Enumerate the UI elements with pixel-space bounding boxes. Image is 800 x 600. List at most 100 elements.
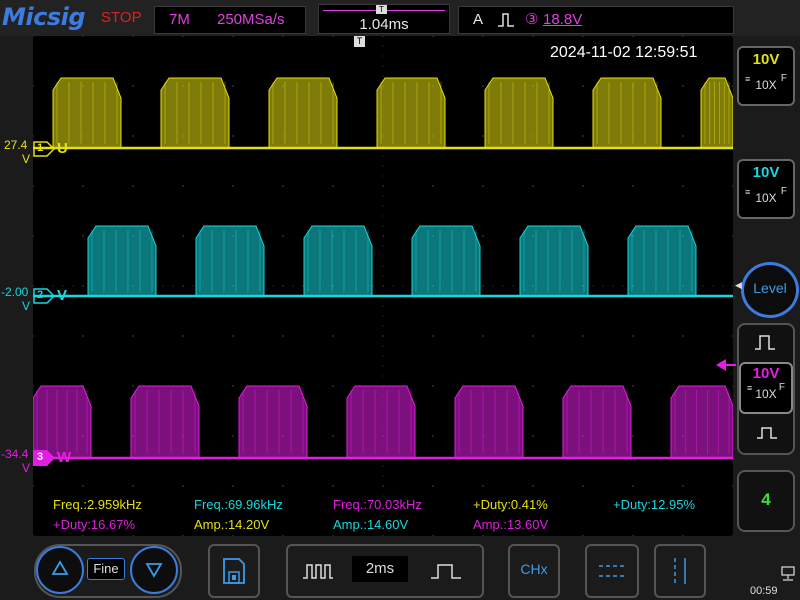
- ch2-pulse: [195, 225, 265, 297]
- grid-dot: [232, 435, 234, 437]
- ch3-scale-up-icon[interactable]: [754, 333, 776, 356]
- grid-dot: [402, 285, 404, 287]
- ch3-scale-box[interactable]: 10V ≡ F 10X: [739, 362, 793, 414]
- auto-button[interactable]: 4: [737, 470, 795, 532]
- meas-ch2-duty: +Duty:12.95%: [613, 497, 696, 512]
- grid-dot: [682, 185, 684, 187]
- network-icon: [780, 566, 796, 587]
- ch2-offset-readout: -2.00 V: [1, 285, 30, 313]
- top-status-bar: Micsig STOP 7M 250MSa/s T 1.04ms A ③ 18.…: [0, 0, 800, 36]
- grid-dot: [482, 335, 484, 337]
- grid-dot: [33, 385, 34, 387]
- grid-dot: [182, 235, 184, 237]
- grid-dot: [432, 335, 434, 337]
- grid-dot: [612, 285, 614, 287]
- grid-dot: [182, 485, 184, 487]
- ch1-marker[interactable]: 1: [33, 141, 56, 162]
- ch2-pulse: [519, 225, 589, 297]
- grid-dot: [382, 245, 384, 247]
- vertical-cursor-button[interactable]: [654, 544, 706, 598]
- run-stop-status[interactable]: STOP: [101, 9, 142, 26]
- grid-dot: [33, 535, 34, 536]
- meas-ch1-amp: Amp.:14.20V: [194, 517, 270, 532]
- ch2-scale: 10V: [752, 164, 780, 181]
- grid-dot: [72, 285, 74, 287]
- meas-ch3-duty: +Duty:16.67%: [53, 517, 136, 532]
- grid-dot: [532, 535, 534, 536]
- memory-depth: 7M: [169, 11, 190, 28]
- horizontal-position-box[interactable]: T 1.04ms: [318, 4, 450, 34]
- ch3-marker[interactable]: 3: [33, 450, 55, 471]
- level-knob[interactable]: Level: [741, 262, 799, 318]
- ch1-pulse: [160, 77, 230, 149]
- level-left-arrow-icon: ◀: [735, 280, 742, 290]
- horizontal-scale-box[interactable]: 2ms: [352, 556, 408, 582]
- grid-dot: [182, 535, 184, 536]
- adjust-up-button[interactable]: [36, 546, 84, 594]
- grid-dot: [732, 535, 733, 536]
- grid-dot: [432, 385, 434, 387]
- ch1-pulse: [268, 77, 338, 149]
- grid-dot: [382, 335, 384, 337]
- ch3-label: W: [57, 449, 72, 466]
- grid-dot: [382, 315, 384, 317]
- grid-dot: [532, 435, 534, 437]
- meas-ch1-freq: Freq.:2.959kHz: [53, 497, 142, 512]
- grid-dot: [382, 155, 384, 157]
- grid-dot: [82, 485, 84, 487]
- grid-dot: [382, 365, 384, 367]
- acquisition-info[interactable]: 7M 250MSa/s: [154, 6, 306, 34]
- fine-toggle[interactable]: Fine: [87, 558, 125, 580]
- ch3-offset-value: -34.4: [1, 447, 29, 461]
- grid-dot: [582, 135, 584, 137]
- ch3-scale: 10V: [752, 365, 780, 382]
- grid-dot: [172, 285, 174, 287]
- grid-dot: [482, 36, 484, 37]
- grid-dot: [82, 535, 84, 536]
- grid-dot: [712, 285, 714, 287]
- horizontal-cursor-icon: [599, 565, 625, 577]
- grid-dot: [732, 85, 733, 87]
- grid-dot: [632, 185, 634, 187]
- ch1-scale-box[interactable]: 10V ≡ F 10X: [737, 46, 795, 106]
- grid-dot: [582, 485, 584, 487]
- trigger-time-marker-icon[interactable]: T: [354, 36, 365, 47]
- grid-dot: [512, 285, 514, 287]
- grid-dot: [82, 335, 84, 337]
- grid-dot: [582, 335, 584, 337]
- ch2-scale-box[interactable]: 10V ≡ F 10X: [737, 159, 795, 219]
- grid-dot: [432, 36, 434, 37]
- grid-dot: [192, 285, 194, 287]
- ch3-pulse: [562, 385, 632, 459]
- waveform-display[interactable]: T 2024-11-02 12:59:51 1 U 2 V 3 W Freq.:…: [33, 36, 733, 536]
- adjust-down-button[interactable]: [130, 546, 178, 594]
- ch2-marker[interactable]: 2: [33, 288, 56, 309]
- horizontal-cursor-button[interactable]: [585, 544, 639, 598]
- grid-dot: [162, 285, 164, 287]
- meas-ch2-amp: Amp.:14.60V: [333, 517, 409, 532]
- grid-dot: [382, 255, 384, 257]
- ch3-level-pointer-icon: [716, 358, 736, 377]
- grid-dot: [282, 485, 284, 487]
- timebase-decrease-button[interactable]: [288, 546, 348, 596]
- save-button[interactable]: [208, 544, 260, 598]
- grid-dot: [382, 75, 384, 77]
- grid-dot: [382, 285, 384, 287]
- grid-dot: [532, 185, 534, 187]
- trigger-marker-icon: T: [376, 5, 387, 14]
- timebase-increase-button[interactable]: [416, 546, 476, 596]
- grid-dot: [482, 235, 484, 237]
- channel-select-button[interactable]: CHx: [508, 544, 560, 598]
- grid-dot: [682, 36, 684, 37]
- grid-dot: [33, 485, 34, 487]
- grid-dot: [532, 485, 534, 487]
- ch3-scale-down-icon[interactable]: [756, 422, 778, 445]
- grid-dot: [282, 235, 284, 237]
- trigger-info[interactable]: A ③ 18.8V: [458, 6, 734, 34]
- grid-dot: [42, 285, 44, 287]
- grid-dot: [132, 85, 134, 87]
- trigger-level: 18.8V: [543, 11, 583, 28]
- grid-dot: [232, 85, 234, 87]
- ch1-offset-value: 27.4: [4, 138, 28, 152]
- grid-dot: [702, 285, 704, 287]
